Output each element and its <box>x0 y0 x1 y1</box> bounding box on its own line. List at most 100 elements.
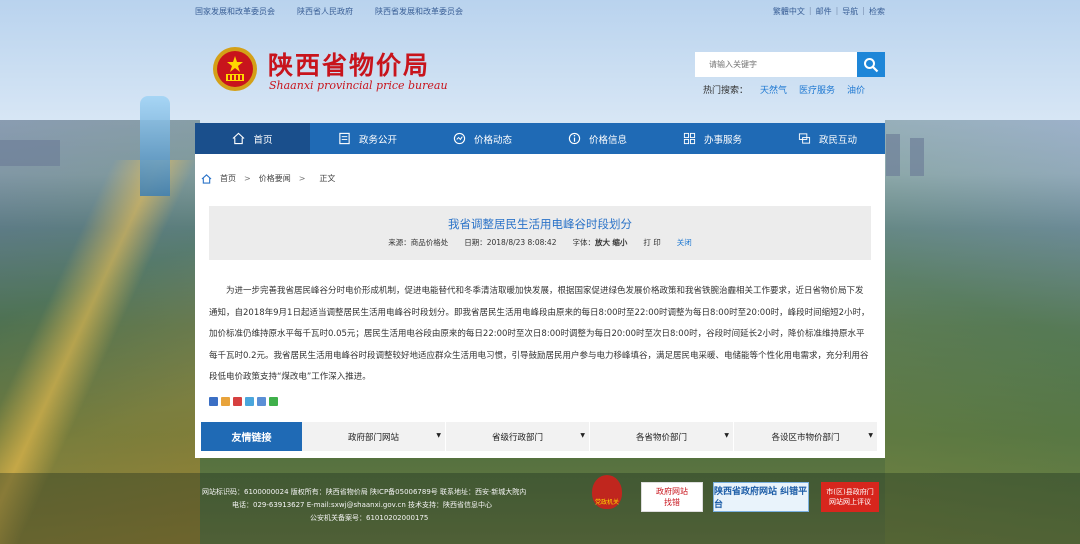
nav-home[interactable]: 首页 <box>195 123 310 154</box>
badge-label: 陕西省政府网站 纠错平台 <box>714 487 808 510</box>
top-link-traditional-chinese[interactable]: 繁體中文 <box>773 6 805 17</box>
site-title: 陕西省物价局 <box>268 51 431 80</box>
top-link-ndrc[interactable]: 国家发展和改革委员会 <box>195 6 275 17</box>
friend-links: 友情链接 政府部门网站 ▼ 省级行政部门 ▼ 各省物价部门 ▼ 各设区市物价部门… <box>201 422 877 451</box>
nav-government-affairs[interactable]: 政务公开 <box>310 123 425 154</box>
hot-search: 热门搜索： 天然气 医疗服务 油价 <box>703 83 865 96</box>
background-tower <box>140 96 170 196</box>
hot-keyword[interactable]: 油价 <box>847 83 865 96</box>
share-tencent-icon[interactable] <box>245 397 254 406</box>
print-button[interactable]: 打 印 <box>643 237 660 248</box>
grid-icon <box>683 132 696 145</box>
nav-label: 政民互动 <box>818 134 857 146</box>
search-icon <box>864 57 879 72</box>
top-link-bar: 国家发展和改革委员会 陕西省人民政府 陕西省发展和改革委员会 繁體中文 | 邮件… <box>195 6 885 20</box>
select-gov-departments[interactable]: 政府部门网站 ▼ <box>302 422 446 451</box>
close-button[interactable]: 关闭 <box>677 237 692 248</box>
select-label: 各省物价部门 <box>635 432 687 443</box>
friend-links-title: 友情链接 <box>201 422 302 451</box>
main-nav: 首页 政务公开 价格动态 价格信息 办事服务 政民互动 <box>195 123 885 154</box>
hot-keyword[interactable]: 天然气 <box>760 83 787 96</box>
top-link-separator: | <box>835 6 839 15</box>
select-province-price-departments[interactable]: 各省物价部门 ▼ <box>590 422 734 451</box>
info-icon <box>568 132 581 145</box>
font-size-label: 字体： <box>572 238 595 247</box>
document-icon <box>339 132 350 145</box>
content-panel: 首页 > 价格要闻 > 正文 我省调整居民生活用电峰谷时段划分 来源：商品价格处… <box>195 154 885 458</box>
article-date: 日期：2018/8/23 8:08:42 <box>464 238 557 247</box>
hot-search-label: 热门搜索： <box>703 86 749 96</box>
footer <box>0 473 1080 544</box>
breadcrumb: 首页 > 价格要闻 > 正文 <box>201 173 335 184</box>
site-subtitle: Shaanxi provincial price bureau <box>269 79 448 92</box>
nav-label: 首页 <box>253 134 273 146</box>
article-header: 我省调整居民生活用电峰谷时段划分 来源：商品价格处 日期：2018/8/23 8… <box>209 206 871 260</box>
dropdown-arrow-icon: ▼ <box>868 432 873 439</box>
share-qzone-icon[interactable] <box>209 397 218 406</box>
top-link-separator: | <box>808 6 812 15</box>
select-label: 各设区市物价部门 <box>771 432 840 443</box>
nav-label: 价格信息 <box>588 134 627 146</box>
trend-icon <box>453 132 466 145</box>
breadcrumb-current: 正文 <box>319 174 336 183</box>
font-size-control: 字体：放大 缩小 <box>572 237 627 248</box>
share-icons <box>209 397 278 406</box>
county-site-review-badge[interactable]: 市(区)县政府门 网站网上评议 <box>821 482 879 512</box>
nav-price-trends[interactable]: 价格动态 <box>425 123 540 154</box>
nav-label: 价格动态 <box>473 134 512 146</box>
share-wechat-icon[interactable] <box>269 397 278 406</box>
breadcrumb-home[interactable]: 首页 <box>220 173 236 184</box>
nav-interaction[interactable]: 政民互动 <box>770 123 885 154</box>
top-link-mail[interactable]: 邮件 <box>816 6 832 17</box>
national-emblem-icon <box>211 44 259 94</box>
article-title: 我省调整居民生活用电峰谷时段划分 <box>448 217 632 231</box>
top-link-shaanxi-gov[interactable]: 陕西省人民政府 <box>297 6 353 17</box>
badge-label: 政府网站 <box>656 487 688 496</box>
badge-label: 市(区)县政府门 <box>826 488 874 496</box>
search-box <box>695 52 885 77</box>
top-link-shaanxi-drc[interactable]: 陕西省发展和改革委员会 <box>375 6 463 17</box>
dropdown-arrow-icon: ▼ <box>580 432 585 439</box>
nav-label: 政务公开 <box>358 134 397 146</box>
gov-site-error-badge[interactable]: 政府网站 找错 <box>641 482 703 512</box>
breadcrumb-price-news[interactable]: 价格要闻 <box>259 173 291 184</box>
font-shrink-button[interactable]: 缩小 <box>612 238 627 247</box>
home-icon <box>201 173 212 184</box>
chat-icon <box>798 133 811 144</box>
top-link-retrieval[interactable]: 检索 <box>869 6 885 17</box>
share-renren-icon[interactable] <box>257 397 266 406</box>
breadcrumb-separator: > <box>244 174 251 183</box>
search-input[interactable] <box>695 52 857 77</box>
share-sina-icon[interactable] <box>221 397 230 406</box>
dropdown-arrow-icon: ▼ <box>436 432 441 439</box>
gov-correction-platform-badge[interactable]: 陕西省政府网站 纠错平台 <box>713 482 809 512</box>
footer-info: 网站标识码：6100000024 版权所有：陕西省物价局 陕ICP备050067… <box>202 486 526 525</box>
badge-label: 网站网上评议 <box>829 498 871 506</box>
home-icon <box>233 132 245 145</box>
footer-line: 电话：029-63913627 E-mail:sxwj@shaanxi.gov.… <box>232 501 492 509</box>
footer-line: 网站标识码：6100000024 版权所有：陕西省物价局 陕ICP备050067… <box>202 488 527 496</box>
nav-services[interactable]: 办事服务 <box>655 123 770 154</box>
background-building <box>0 140 60 166</box>
article-body: 为进一步完善我省居民峰谷分时电价形成机制，促进电能替代和冬季清洁取暖加快发展，根… <box>209 286 870 382</box>
select-label: 省级行政部门 <box>491 432 543 443</box>
hot-keyword[interactable]: 医疗服务 <box>799 83 835 96</box>
nav-label: 办事服务 <box>703 134 742 146</box>
select-label: 政府部门网站 <box>347 432 399 443</box>
badge-label: 找错 <box>664 498 680 507</box>
top-link-navigation[interactable]: 导航 <box>842 6 858 17</box>
font-enlarge-button[interactable]: 放大 <box>595 238 610 247</box>
select-provincial-departments[interactable]: 省级行政部门 ▼ <box>446 422 590 451</box>
search-button[interactable] <box>857 52 885 77</box>
party-government-badge[interactable]: 党政机关 <box>592 475 622 509</box>
article-meta: 来源：商品价格处 日期：2018/8/23 8:08:42 字体：放大 缩小 打… <box>209 237 871 248</box>
share-weibo-icon[interactable] <box>233 397 242 406</box>
nav-price-info[interactable]: 价格信息 <box>540 123 655 154</box>
footer-line: 公安机关备案号：61010202000175 <box>310 514 429 522</box>
breadcrumb-separator: > <box>298 174 306 183</box>
article-source: 来源：商品价格处 <box>388 238 449 247</box>
badge-label: 党政机关 <box>594 499 619 506</box>
background-building <box>886 134 900 176</box>
select-city-price-departments[interactable]: 各设区市物价部门 ▼ <box>734 422 877 451</box>
background-building <box>910 138 924 176</box>
